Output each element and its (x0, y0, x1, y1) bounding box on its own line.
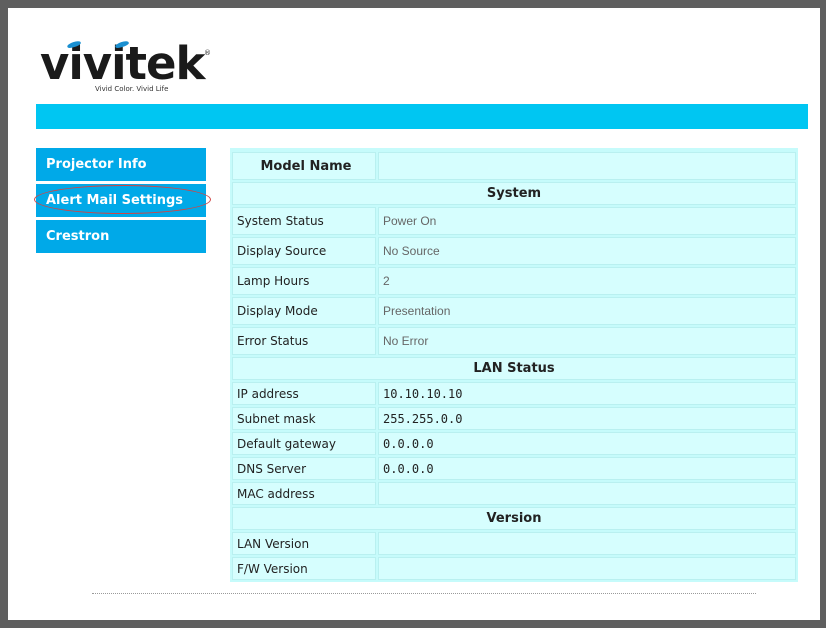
row-key: F/W Version (232, 557, 376, 580)
row-key: MAC address (232, 482, 376, 505)
model-name-value (378, 152, 796, 180)
header-bar (36, 104, 808, 129)
nav-item-label: Crestron (46, 229, 110, 244)
row-key: Subnet mask (232, 407, 376, 430)
model-name-label: Model Name (232, 152, 376, 180)
table-row: LAN Version (232, 532, 796, 555)
row-key: Error Status (232, 327, 376, 355)
vivitek-logo: vivitek ® Vivid Color. Vivid Life (40, 37, 220, 99)
row-key: Display Source (232, 237, 376, 265)
footer-divider (92, 593, 756, 594)
projector-info-table: Model Name System System Status Power On… (230, 150, 798, 582)
section-header-row: Version (232, 507, 796, 530)
row-key: LAN Version (232, 532, 376, 555)
row-key: Display Mode (232, 297, 376, 325)
nav-item-label: Alert Mail Settings (46, 193, 183, 208)
row-value: 255.255.0.0 (378, 407, 796, 430)
row-value: 2 (378, 267, 796, 295)
registered-mark: ® (204, 49, 211, 57)
table-row: Display Mode Presentation (232, 297, 796, 325)
section-header-row: System (232, 182, 796, 205)
nav-item-alert-mail-settings[interactable]: Alert Mail Settings (34, 184, 211, 217)
row-value: 0.0.0.0 (378, 457, 796, 480)
table-row: F/W Version (232, 557, 796, 580)
logo-tagline: Vivid Color. Vivid Life (95, 85, 169, 93)
nav-item-crestron[interactable]: Crestron (36, 220, 206, 253)
row-value: No Error (378, 327, 796, 355)
row-key: DNS Server (232, 457, 376, 480)
system-section-header: System (232, 182, 796, 205)
nav-item-projector-info[interactable]: Projector Info (36, 148, 206, 181)
table-row: IP address 10.10.10.10 (232, 382, 796, 405)
row-value (378, 557, 796, 580)
row-value (378, 532, 796, 555)
table-row: Default gateway 0.0.0.0 (232, 432, 796, 455)
row-value: Presentation (378, 297, 796, 325)
sidebar-nav: Projector Info Alert Mail Settings Crest… (34, 148, 211, 256)
table-row: Display Source No Source (232, 237, 796, 265)
row-value: 0.0.0.0 (378, 432, 796, 455)
table-row: Subnet mask 255.255.0.0 (232, 407, 796, 430)
row-value (378, 482, 796, 505)
table-row: Lamp Hours 2 (232, 267, 796, 295)
version-section-header: Version (232, 507, 796, 530)
row-key: System Status (232, 207, 376, 235)
lan-section-header: LAN Status (232, 357, 796, 380)
projector-info-panel: Model Name System System Status Power On… (230, 148, 798, 582)
logo-wordmark: vivitek (40, 37, 205, 90)
nav-item-label: Projector Info (46, 157, 147, 172)
section-header-row: LAN Status (232, 357, 796, 380)
row-value: 10.10.10.10 (378, 382, 796, 405)
row-key: IP address (232, 382, 376, 405)
row-value: No Source (378, 237, 796, 265)
table-row: MAC address (232, 482, 796, 505)
table-row: Model Name (232, 152, 796, 180)
row-key: Lamp Hours (232, 267, 376, 295)
table-row: DNS Server 0.0.0.0 (232, 457, 796, 480)
row-value: Power On (378, 207, 796, 235)
table-row: System Status Power On (232, 207, 796, 235)
row-key: Default gateway (232, 432, 376, 455)
web-page: vivitek ® Vivid Color. Vivid Life Projec… (8, 8, 820, 620)
table-row: Error Status No Error (232, 327, 796, 355)
